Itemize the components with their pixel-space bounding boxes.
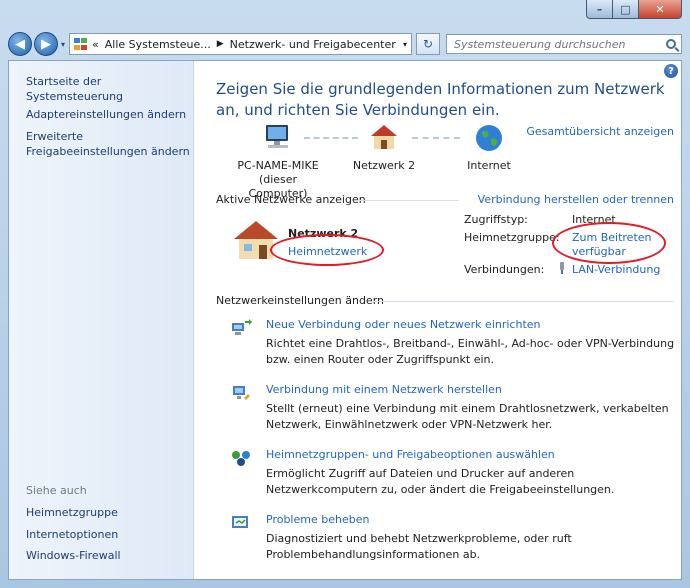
access-type-label: Zugriffstyp:: [464, 213, 528, 226]
address-bar[interactable]: « Alle Systemsteue... ▶ Netzwerk- und Fr…: [69, 33, 413, 55]
map-node-computer[interactable]: PC-NAME-MIKE (dieser Computer): [234, 123, 322, 201]
ethernet-plug-icon: [560, 262, 564, 274]
page-title: Zeigen Sie die grundlegenden Information…: [216, 80, 665, 119]
globe-icon: [476, 125, 502, 151]
search-icon[interactable]: [666, 39, 676, 49]
map-node-network[interactable]: Netzwerk 2: [344, 123, 424, 173]
close-button[interactable]: ✕: [639, 0, 682, 19]
main-panel: ? Zeigen Sie die grundlegenden Informati…: [194, 61, 681, 579]
search-input[interactable]: [452, 36, 637, 52]
map-node-internet[interactable]: Internet: [449, 123, 529, 173]
computer-icon: [266, 125, 288, 148]
connect-network-icon: [233, 386, 250, 400]
task-homegroup-sharing-link[interactable]: Heimnetzgruppen- und Freigabeoptionen au…: [266, 448, 555, 461]
window-controls: – □ ✕: [586, 0, 682, 19]
map-computer-name: PC-NAME-MIKE: [237, 159, 319, 172]
active-networks-divider: [357, 200, 459, 201]
task-setup-connection-link[interactable]: Neue Verbindung oder neues Netzwerk einr…: [266, 318, 541, 331]
window: – □ ✕ ◀ ▶ ▾ « Alle Systemsteue... ▶ Netz…: [0, 0, 690, 588]
task-troubleshoot-description: Diagnostiziert und behebt Netzwerkproble…: [266, 532, 572, 561]
network-settings-divider: [373, 301, 674, 302]
homegroup-label: Heimnetzgruppe:: [464, 231, 560, 244]
breadcrumb-item-network-center[interactable]: Netzwerk- und Freigabecenter: [230, 38, 396, 51]
recent-pages-dropdown-icon[interactable]: ▾: [61, 40, 65, 49]
task-setup-connection-description: Richtet eine Drahtlos-, Breitband-, Einw…: [266, 337, 675, 366]
homegroup-sharing-icon: [232, 451, 250, 466]
house-icon: [371, 125, 397, 149]
active-networks-heading: Aktive Netzwerke anzeigen: [216, 193, 366, 206]
see-also-heading: Siehe auch: [26, 484, 87, 497]
new-connection-icon: [232, 319, 252, 335]
refresh-button[interactable]: ↻: [416, 33, 441, 55]
connect-disconnect-link[interactable]: Verbindung herstellen oder trennen: [478, 193, 674, 206]
navigation-bar: ◀ ▶ ▾ « Alle Systemsteue... ▶ Netzwerk- …: [8, 30, 682, 58]
network-settings-heading: Netzwerkeinstellungen ändern: [216, 294, 384, 307]
highlight-ellipse-homegroup: [552, 222, 666, 264]
forward-button[interactable]: ▶: [34, 32, 58, 56]
sidebar-link-windows-firewall[interactable]: Windows-Firewall: [26, 548, 121, 563]
sidebar-link-adapter-settings[interactable]: Adaptereinstellungen ändern: [26, 107, 186, 122]
minimize-button[interactable]: –: [586, 0, 613, 19]
maximize-button[interactable]: □: [613, 0, 639, 19]
back-button[interactable]: ◀: [8, 32, 32, 56]
control-panel-icon: [74, 38, 88, 50]
task-troubleshoot-link[interactable]: Probleme beheben: [266, 513, 369, 526]
content-area: Startseite der Systemsteuerung Adapterei…: [8, 60, 682, 580]
help-icon[interactable]: ?: [664, 64, 678, 78]
sidebar-link-homegroup[interactable]: Heimnetzgruppe: [26, 505, 118, 520]
lan-connection-link[interactable]: LAN-Verbindung: [572, 263, 660, 276]
breadcrumb-overflow-icon[interactable]: «: [92, 38, 99, 51]
sidebar-link-control-panel-home[interactable]: Startseite der Systemsteuerung: [26, 74, 193, 104]
breadcrumb-separator-icon[interactable]: ▶: [217, 39, 224, 49]
sidebar-link-internet-options[interactable]: Internetoptionen: [26, 527, 118, 542]
address-dropdown-icon[interactable]: ▾: [403, 40, 407, 49]
task-connect-network-description: Stellt (erneut) eine Verbindung mit eine…: [266, 402, 669, 431]
highlight-ellipse-network-type: [270, 234, 384, 266]
sidebar-link-advanced-sharing[interactable]: Erweiterte Freigabeeinstellungen ändern: [26, 129, 191, 159]
sidebar: Startseite der Systemsteuerung Adapterei…: [9, 61, 194, 579]
task-connect-network-link[interactable]: Verbindung mit einem Netzwerk herstellen: [266, 383, 502, 396]
task-homegroup-sharing-description: Ermöglicht Zugriff auf Dateien und Druck…: [266, 467, 615, 496]
search-box[interactable]: [446, 34, 682, 54]
map-network-name: Netzwerk 2: [352, 159, 416, 172]
map-internet-label: Internet: [467, 159, 511, 172]
breadcrumb-item-control-panel[interactable]: Alle Systemsteue...: [105, 38, 211, 51]
connections-label: Verbindungen:: [464, 263, 545, 276]
overview-link[interactable]: Gesamtübersicht anzeigen: [526, 125, 674, 138]
troubleshoot-icon: [232, 516, 248, 528]
